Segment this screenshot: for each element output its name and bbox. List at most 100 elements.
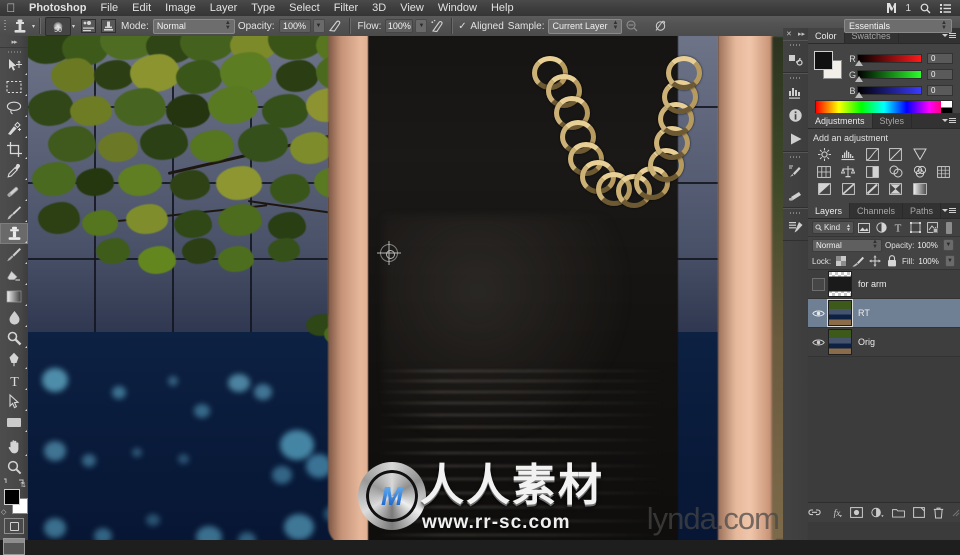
layer-name[interactable]: Orig (858, 337, 875, 347)
tab-channels[interactable]: Channels (850, 203, 904, 218)
layer-visibility-toggle[interactable] (808, 328, 828, 356)
horizontal-type-tool[interactable]: T (0, 370, 28, 391)
layer-thumbnail[interactable] (828, 300, 852, 326)
lock-transparent-pixels-icon[interactable] (835, 254, 848, 268)
dock-close-icon[interactable]: ✕ (786, 30, 792, 38)
play-actions-icon[interactable] (783, 127, 808, 150)
dock-expand-icon[interactable]: ▸▸ (798, 30, 805, 38)
tab-layers[interactable]: Layers (808, 203, 851, 218)
brightness-contrast-icon[interactable] (813, 147, 836, 162)
layer-blend-mode-select[interactable]: Normal ▲ ▼ (812, 238, 882, 252)
adobe-bridge-icon[interactable] (887, 3, 897, 13)
selective-color-icon[interactable] (885, 181, 908, 196)
menu-edit[interactable]: Edit (125, 0, 158, 16)
green-slider[interactable] (855, 70, 922, 82)
layers-opacity-value[interactable]: 100% (917, 241, 937, 250)
tool-presets-icon[interactable] (783, 183, 808, 206)
link-layers-icon[interactable] (808, 506, 821, 519)
color-lookup-icon[interactable] (932, 164, 955, 179)
airbrush-icon[interactable] (427, 17, 447, 35)
brush-presets-icon[interactable] (783, 216, 808, 239)
lock-all-icon[interactable] (885, 254, 898, 268)
blue-value[interactable]: 0 (927, 85, 953, 96)
search-icon[interactable] (920, 3, 931, 14)
flow-stepper[interactable]: ▼ (415, 19, 428, 33)
rectangular-marquee-tool[interactable] (0, 76, 28, 97)
menu-filter[interactable]: Filter (327, 0, 365, 16)
brush-tool[interactable] (0, 202, 28, 223)
exposure-icon[interactable] (885, 147, 908, 162)
layer-visibility-toggle[interactable] (808, 299, 828, 327)
rectangle-tool[interactable] (0, 412, 28, 433)
delete-layer-icon[interactable] (933, 506, 944, 519)
toolbar-drag-handle[interactable] (0, 48, 28, 55)
aligned-checkbox[interactable]: ✓ (457, 21, 467, 32)
history-icon[interactable] (783, 160, 808, 183)
color-swatches[interactable]: ⇅ ◇ (0, 482, 28, 516)
tab-styles[interactable]: Styles (872, 113, 913, 128)
fill-stepper[interactable]: ▼ (944, 255, 956, 267)
lock-image-pixels-icon[interactable] (852, 254, 865, 268)
gradient-tool[interactable] (0, 286, 28, 307)
add-layer-mask-icon[interactable] (850, 506, 863, 519)
screen-mode-icon[interactable] (3, 538, 25, 555)
table-row[interactable]: for arm (808, 270, 960, 299)
foreground-color-swatch[interactable] (4, 489, 20, 505)
sample-select[interactable]: Current Layer ▲ ▼ (548, 18, 623, 34)
document-canvas[interactable]: M 人人素材 www.rr-sc.com lynda.com (28, 36, 783, 540)
toolbar-collapse-button[interactable]: ▸▸ (0, 36, 28, 48)
opacity-stepper[interactable]: ▼ (312, 19, 325, 33)
menu-select[interactable]: Select (282, 0, 327, 16)
vibrance-icon[interactable] (908, 147, 931, 162)
spot-healing-brush-tool[interactable] (0, 181, 28, 202)
tab-paths[interactable]: Paths (903, 203, 942, 218)
fill-value[interactable]: 100% (918, 257, 938, 266)
lasso-tool[interactable] (0, 97, 28, 118)
footer-resize-grip[interactable] (952, 506, 960, 519)
default-colors-icon[interactable]: ◇ (1, 508, 6, 516)
new-layer-icon[interactable] (913, 506, 925, 519)
color-panel-foreground-swatch[interactable] (814, 51, 833, 70)
clone-stamp-tool[interactable] (0, 223, 28, 244)
gradient-map-icon[interactable] (908, 181, 931, 196)
channel-mixer-icon[interactable] (908, 164, 931, 179)
hue-saturation-icon[interactable] (813, 164, 836, 179)
layer-thumbnail[interactable] (828, 271, 852, 297)
clone-source-icon[interactable] (98, 17, 118, 35)
filter-adjustment-icon[interactable] (874, 221, 888, 235)
mini-bridge-icon[interactable] (783, 48, 808, 71)
apple-logo-icon[interactable]:  (0, 2, 22, 14)
hand-tool[interactable] (0, 436, 28, 457)
green-slider-thumb[interactable] (855, 76, 863, 82)
brush-size-preview[interactable]: 50 (45, 16, 72, 36)
histogram-icon[interactable] (783, 81, 808, 104)
layer-visibility-toggle[interactable] (808, 270, 828, 298)
clone-stamp-icon[interactable] (9, 17, 31, 35)
pen-tool[interactable] (0, 349, 28, 370)
layer-name[interactable]: RT (858, 308, 870, 318)
workspace-switcher[interactable]: Essentials ▲ ▼ (844, 19, 952, 33)
menu-window[interactable]: Window (431, 0, 484, 16)
pressure-opacity-icon[interactable] (325, 17, 345, 35)
red-slider[interactable] (855, 54, 922, 66)
menu-photoshop[interactable]: Photoshop (22, 0, 93, 16)
table-row[interactable]: Orig (808, 328, 960, 357)
filter-shape-icon[interactable] (908, 221, 922, 235)
options-bar-grip[interactable] (0, 16, 9, 36)
brush-panel-icon[interactable] (78, 17, 98, 35)
blue-slider[interactable] (855, 86, 922, 98)
color-balance-icon[interactable] (837, 164, 860, 179)
layer-style-icon[interactable]: fx (829, 506, 842, 519)
layers-panel-menu-icon[interactable] (942, 203, 960, 218)
eraser-tool[interactable] (0, 265, 28, 286)
tab-adjustments[interactable]: Adjustments (808, 113, 873, 128)
dock-header[interactable]: ✕ ▸▸ (783, 28, 808, 40)
list-icon[interactable] (940, 3, 951, 13)
menu-help[interactable]: Help (484, 0, 521, 16)
menu-file[interactable]: File (93, 0, 125, 16)
menu-image[interactable]: Image (158, 0, 203, 16)
red-slider-thumb[interactable] (855, 60, 863, 66)
swap-colors-icon[interactable]: ⇅ (20, 481, 26, 489)
eyedropper-tool[interactable] (0, 160, 28, 181)
layer-filter-kind-select[interactable]: Kind ▲ ▼ (812, 221, 854, 234)
